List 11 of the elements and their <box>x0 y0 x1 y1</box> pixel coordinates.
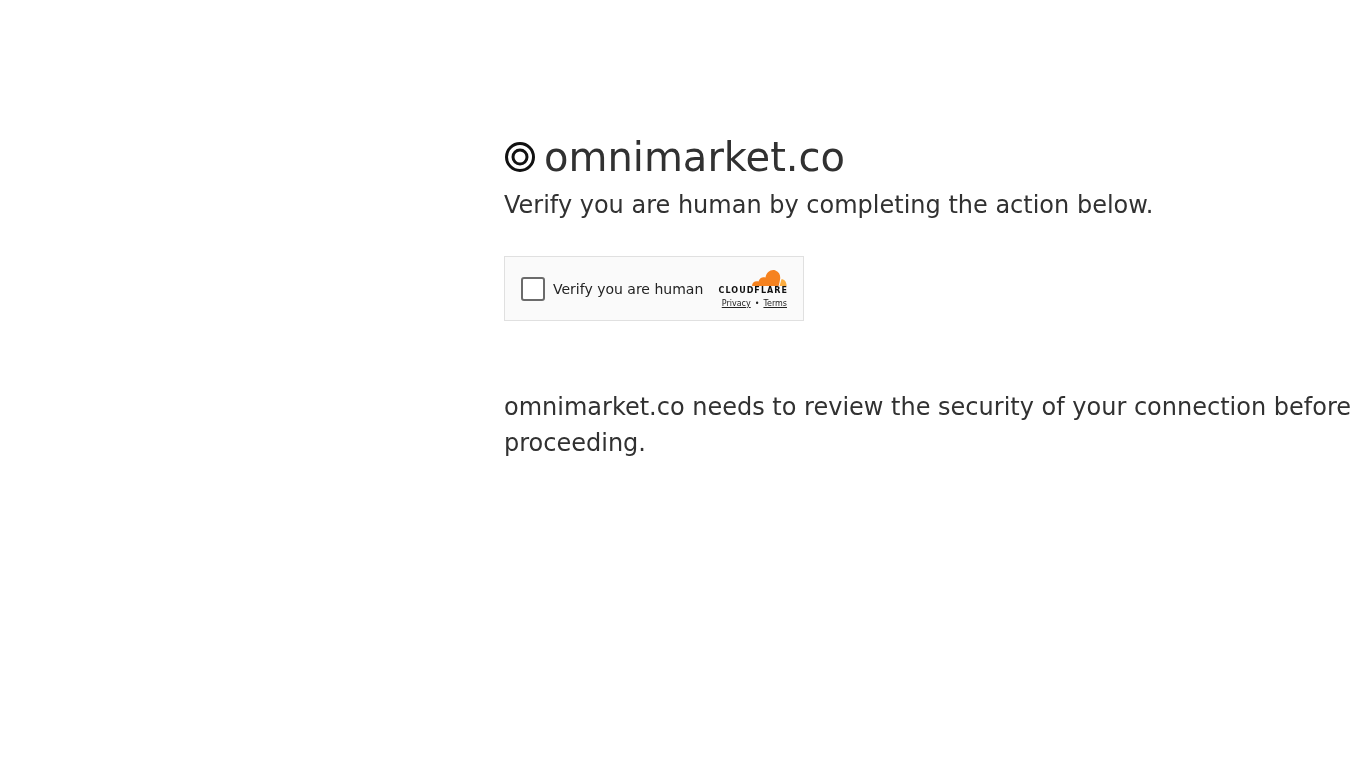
checkbox[interactable] <box>521 276 545 301</box>
brand-wordmark: CLOUDFLARE <box>718 285 788 296</box>
security-message: omnimarket.co needs to review the security of your connection before proceeding. <box>504 392 1352 459</box>
cloud-logo-icon <box>751 268 787 286</box>
concentric-circles-icon <box>504 141 536 173</box>
terms-link[interactable]: Terms <box>763 297 787 309</box>
page-subtitle: Verify you are human by completing the action below. <box>504 190 1155 221</box>
site-title: omnimarket.co <box>544 133 846 181</box>
checkbox-label: Verify you are human <box>553 279 704 298</box>
separator-text: • <box>754 297 760 309</box>
privacy-link[interactable]: Privacy <box>721 297 751 309</box>
